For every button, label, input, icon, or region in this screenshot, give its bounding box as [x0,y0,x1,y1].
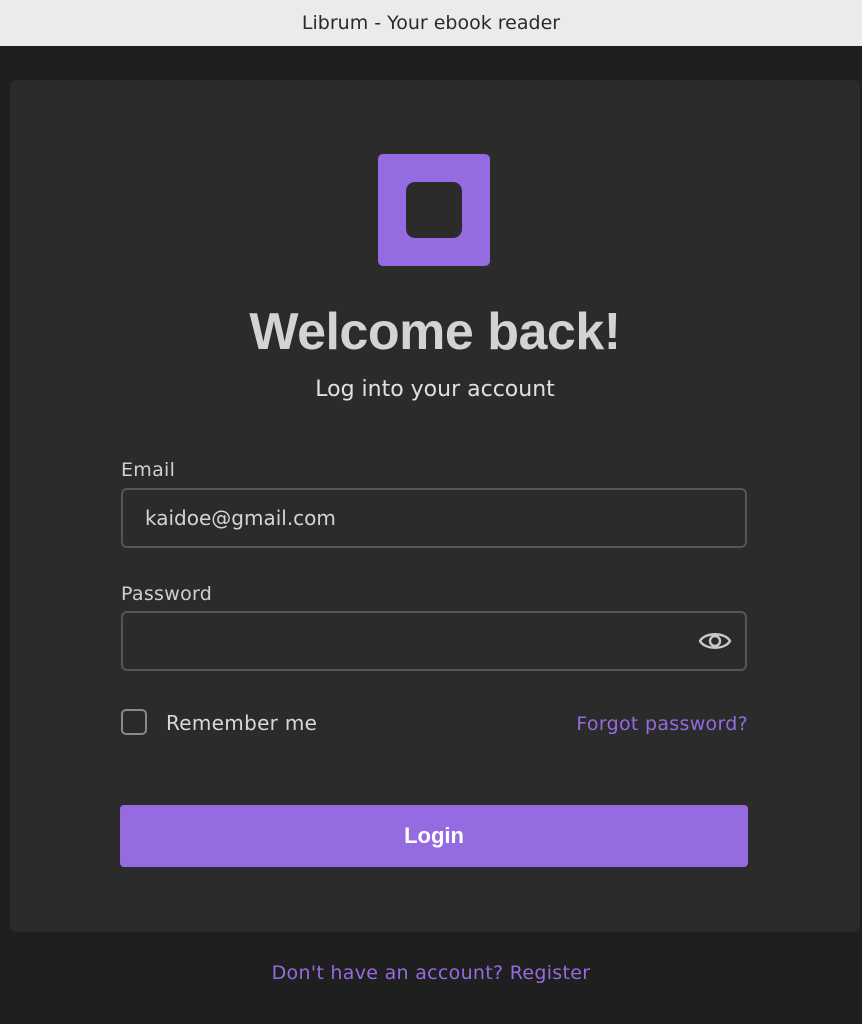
page-title: Welcome back! [249,303,621,361]
email-field[interactable] [121,488,747,548]
window-title: Librum - Your ebook reader [301,12,561,34]
password-label: Password [121,583,213,605]
login-card: Welcome back! Log into your account Emai… [10,80,860,932]
forgot-password-link[interactable]: Forgot password? [576,713,748,735]
login-button[interactable]: Login [120,805,748,867]
librum-logo-icon [378,154,490,266]
logo-inner [406,182,462,238]
password-field[interactable] [121,611,747,671]
remember-me-label[interactable]: Remember me [166,711,317,735]
window-titlebar: Librum - Your ebook reader [0,0,862,46]
email-label: Email [121,459,176,481]
register-link[interactable]: Don't have an account? Register [0,962,862,984]
app-body: Welcome back! Log into your account Emai… [0,46,862,1024]
remember-me-checkbox[interactable] [121,709,147,735]
page-subtitle: Log into your account [315,377,555,402]
eye-icon[interactable] [698,628,732,654]
